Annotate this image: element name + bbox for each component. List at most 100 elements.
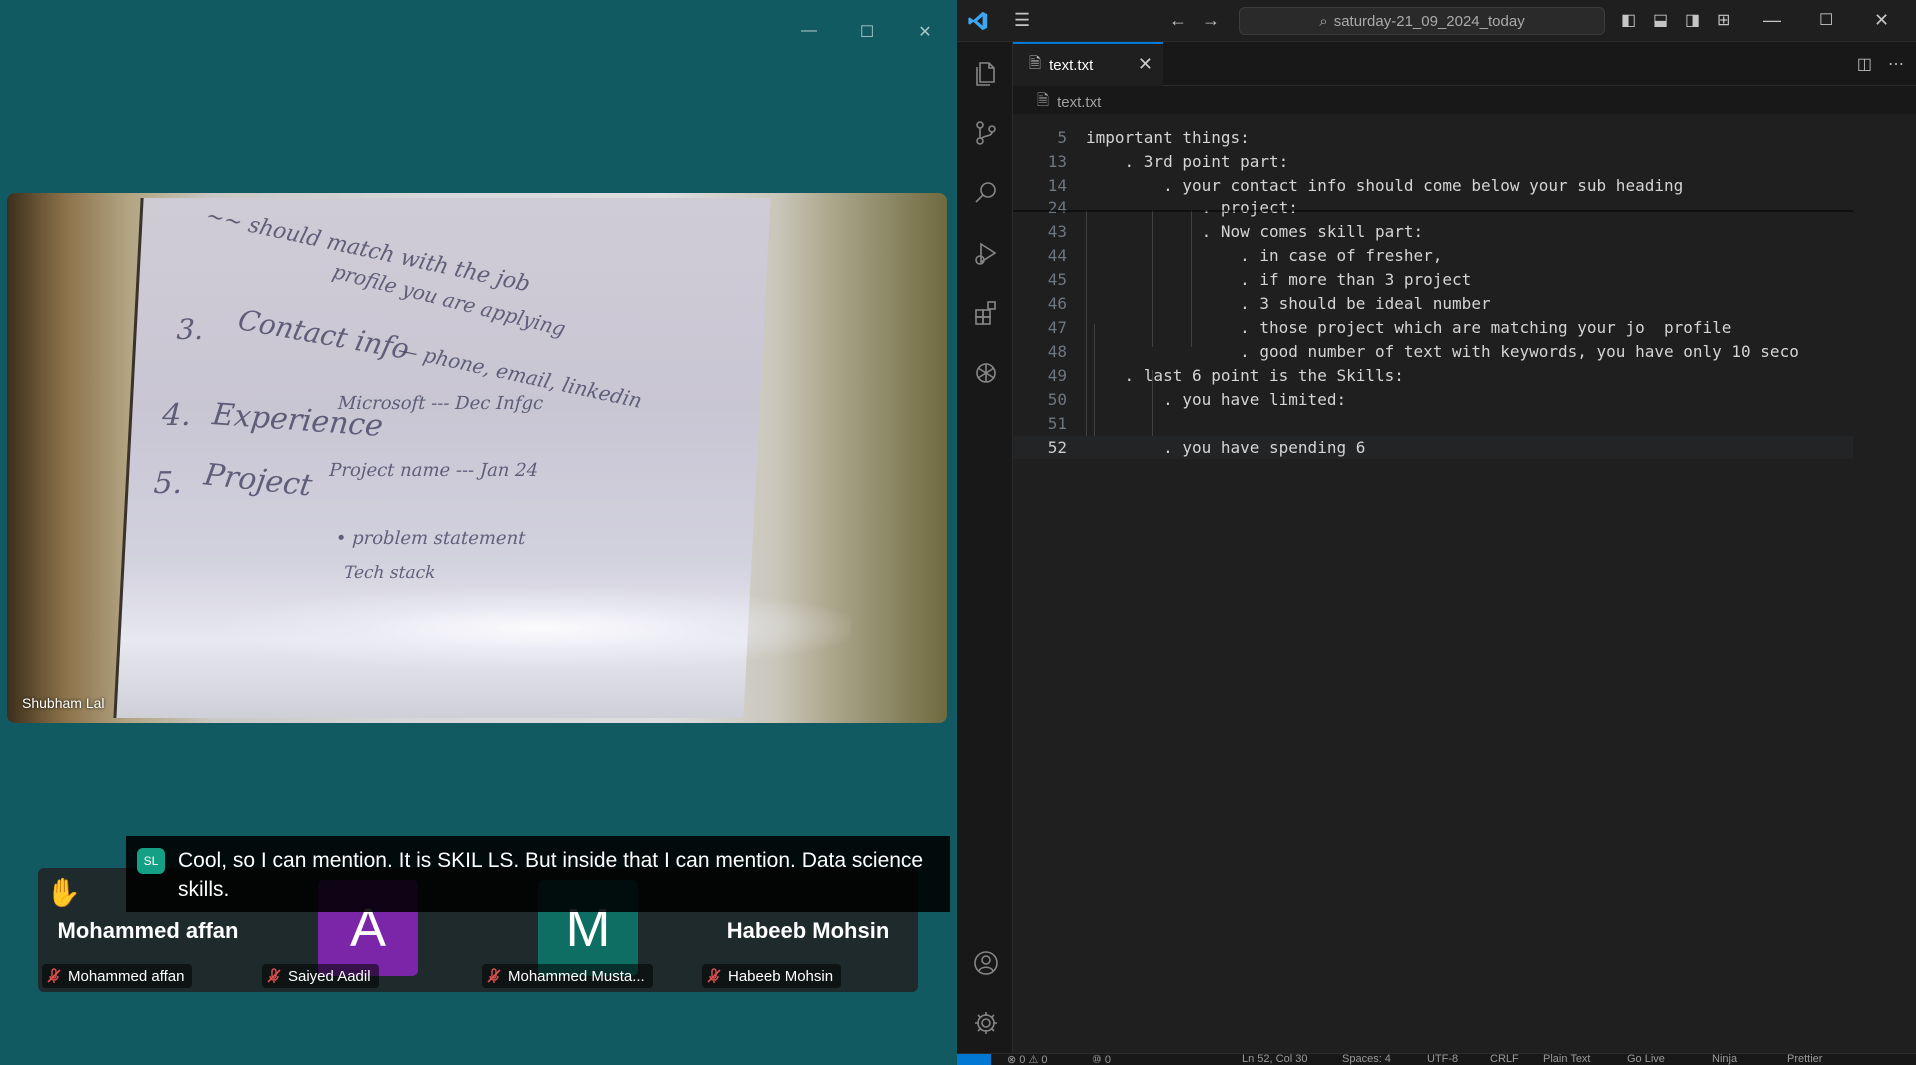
- status-bar: ⊗ 0 ⚠ 0 ⑩ 0 Ln 52, Col 30 Spaces: 4 UTF-…: [957, 1053, 1916, 1065]
- line-number: 13: [1047, 152, 1067, 171]
- line-number: 5: [1057, 128, 1067, 147]
- code-line[interactable]: 47 . those project which are matching yo…: [1013, 316, 1853, 339]
- vscode-window: ☰ ← → ⌕ saturday-21_09_2024_today ◧ ⬓ ◨ …: [957, 0, 1916, 1065]
- meeting-window-controls: — ☐ ✕: [797, 22, 937, 42]
- line-text: . 3 should be ideal number: [1086, 294, 1491, 313]
- close-tab-icon[interactable]: ✕: [1138, 54, 1153, 75]
- search-icon[interactable]: [971, 178, 1001, 208]
- mic-off-icon: [267, 968, 281, 983]
- caption-text: Cool, so I can mention. It is SKIL LS. B…: [178, 849, 924, 901]
- go-live-status[interactable]: Go Live: [1627, 1054, 1665, 1065]
- participant-display-name: Mohammed affan: [57, 918, 239, 943]
- speaker-name-label: Shubham Lal: [22, 695, 105, 711]
- line-text: . last 6 point is the Skills:: [1086, 366, 1404, 385]
- participant-name-label: Habeeb Mohsin: [702, 964, 842, 988]
- explorer-icon[interactable]: [971, 58, 1001, 88]
- code-line[interactable]: 49 . last 6 point is the Skills:: [1013, 364, 1853, 387]
- line-number: 47: [1047, 318, 1067, 337]
- code-line[interactable]: 52 . you have spending 6: [1013, 436, 1853, 459]
- toggle-primary-sidebar-icon[interactable]: ◧: [1621, 10, 1636, 30]
- board-item-number: 4.: [161, 398, 192, 433]
- close-icon[interactable]: ✕: [1874, 10, 1889, 31]
- code-line[interactable]: 45 . if more than 3 project: [1013, 268, 1853, 291]
- file-icon: 🗎: [1037, 92, 1050, 109]
- command-center-search[interactable]: ⌕ saturday-21_09_2024_today: [1239, 7, 1605, 35]
- line-text: . if more than 3 project: [1086, 270, 1472, 289]
- workspace-name: saturday-21_09_2024_today: [1333, 12, 1525, 30]
- tab-text-txt[interactable]: 🗎 text.txt ✕: [1013, 42, 1163, 86]
- line-text: . Now comes skill part:: [1086, 222, 1424, 241]
- mic-off-icon: [487, 968, 501, 983]
- code-line[interactable]: 24 . project:: [1013, 196, 1853, 219]
- tab-label: text.txt: [1049, 56, 1094, 74]
- raised-hand-icon: ✋: [46, 877, 81, 908]
- more-actions-icon[interactable]: ⋯: [1888, 54, 1904, 74]
- code-line[interactable]: 50 . you have limited:: [1013, 388, 1853, 411]
- customize-layout-icon[interactable]: ⊞: [1717, 10, 1730, 30]
- editor-actions: ◫ ⋯: [1857, 54, 1904, 74]
- language-mode[interactable]: Plain Text: [1543, 1054, 1591, 1065]
- line-text: . in case of fresher,: [1086, 246, 1443, 265]
- settings-gear-icon[interactable]: [971, 1008, 1001, 1038]
- participant-name-label: Mohammed Musta...: [482, 964, 653, 988]
- line-text: . 3rd point part:: [1086, 152, 1289, 171]
- line-number: 49: [1047, 366, 1067, 385]
- code-line[interactable]: 5 important things:: [1013, 126, 1853, 149]
- encoding-status[interactable]: UTF-8: [1427, 1054, 1458, 1065]
- line-number: 45: [1047, 270, 1067, 289]
- code-line[interactable]: 44 . in case of fresher,: [1013, 244, 1853, 267]
- video-tile[interactable]: ~~ should match with the job profile you…: [7, 193, 947, 723]
- toggle-panel-icon[interactable]: ⬓: [1653, 10, 1668, 30]
- participant-label-text: Habeeb Mohsin: [728, 967, 834, 985]
- indentation-status[interactable]: Spaces: 4: [1342, 1054, 1391, 1065]
- run-debug-icon[interactable]: [971, 238, 1001, 268]
- line-number: 51: [1047, 414, 1067, 433]
- participant-name-label: Saiyed Aadil: [262, 964, 379, 988]
- maximize-icon[interactable]: ☐: [1819, 10, 1833, 30]
- line-number: 44: [1047, 246, 1067, 265]
- code-editor[interactable]: 5 important things: 13 . 3rd point part: 14…: [1013, 114, 1916, 1053]
- participant-label-text: Mohammed affan: [68, 967, 185, 985]
- chatgpt-icon[interactable]: [971, 358, 1001, 388]
- line-text: . good number of text with keywords, you…: [1086, 342, 1799, 361]
- line-text: . you have spending 6: [1086, 438, 1366, 457]
- editor-tabs: 🗎 text.txt ✕ ◫ ⋯: [1013, 42, 1916, 86]
- forward-arrow-icon[interactable]: →: [1202, 10, 1220, 31]
- menu-icon[interactable]: ☰: [1014, 10, 1030, 31]
- search-icon: ⌕: [1319, 12, 1328, 30]
- code-line[interactable]: 43 . Now comes skill part:: [1013, 220, 1853, 243]
- split-editor-icon[interactable]: ◫: [1857, 54, 1872, 74]
- line-text: . you have limited:: [1086, 390, 1347, 409]
- breadcrumb[interactable]: 🗎 text.txt: [1037, 90, 1101, 115]
- back-arrow-icon[interactable]: ←: [1169, 10, 1187, 31]
- source-control-icon[interactable]: [971, 118, 1001, 148]
- mic-off-icon: [707, 968, 721, 983]
- minimize-icon[interactable]: —: [797, 22, 821, 42]
- line-number: 50: [1047, 390, 1067, 409]
- line-number: 46: [1047, 294, 1067, 313]
- code-line[interactable]: 14 . your contact info should come below…: [1013, 174, 1853, 197]
- code-line[interactable]: 51: [1013, 412, 1853, 435]
- prettier-status[interactable]: Prettier: [1787, 1054, 1822, 1065]
- mic-off-icon: [47, 968, 61, 983]
- board-item-text: Contact info: [234, 303, 413, 366]
- cursor-position[interactable]: Ln 52, Col 30: [1242, 1054, 1307, 1065]
- minimize-icon[interactable]: —: [1763, 10, 1781, 31]
- sticky-scroll-separator: [1013, 210, 1853, 212]
- line-text: . project:: [1086, 198, 1298, 217]
- maximize-icon[interactable]: ☐: [855, 22, 879, 42]
- code-line[interactable]: 13 . 3rd point part:: [1013, 150, 1853, 173]
- participant-display-name: Habeeb Mohsin: [726, 918, 890, 943]
- problems-status[interactable]: ⊗ 0 ⚠ 0: [1007, 1054, 1047, 1065]
- line-number: 48: [1047, 342, 1067, 361]
- ports-status[interactable]: ⑩ 0: [1092, 1054, 1111, 1065]
- toggle-secondary-sidebar-icon[interactable]: ◨: [1685, 10, 1700, 30]
- accounts-icon[interactable]: [971, 948, 1001, 978]
- eol-status[interactable]: CRLF: [1490, 1054, 1519, 1065]
- code-line[interactable]: 48 . good number of text with keywords, …: [1013, 340, 1853, 363]
- ninja-status[interactable]: Ninja: [1712, 1054, 1737, 1065]
- remote-indicator[interactable]: [957, 1054, 991, 1065]
- close-icon[interactable]: ✕: [913, 22, 937, 42]
- extensions-icon[interactable]: [971, 298, 1001, 328]
- code-line[interactable]: 46 . 3 should be ideal number: [1013, 292, 1853, 315]
